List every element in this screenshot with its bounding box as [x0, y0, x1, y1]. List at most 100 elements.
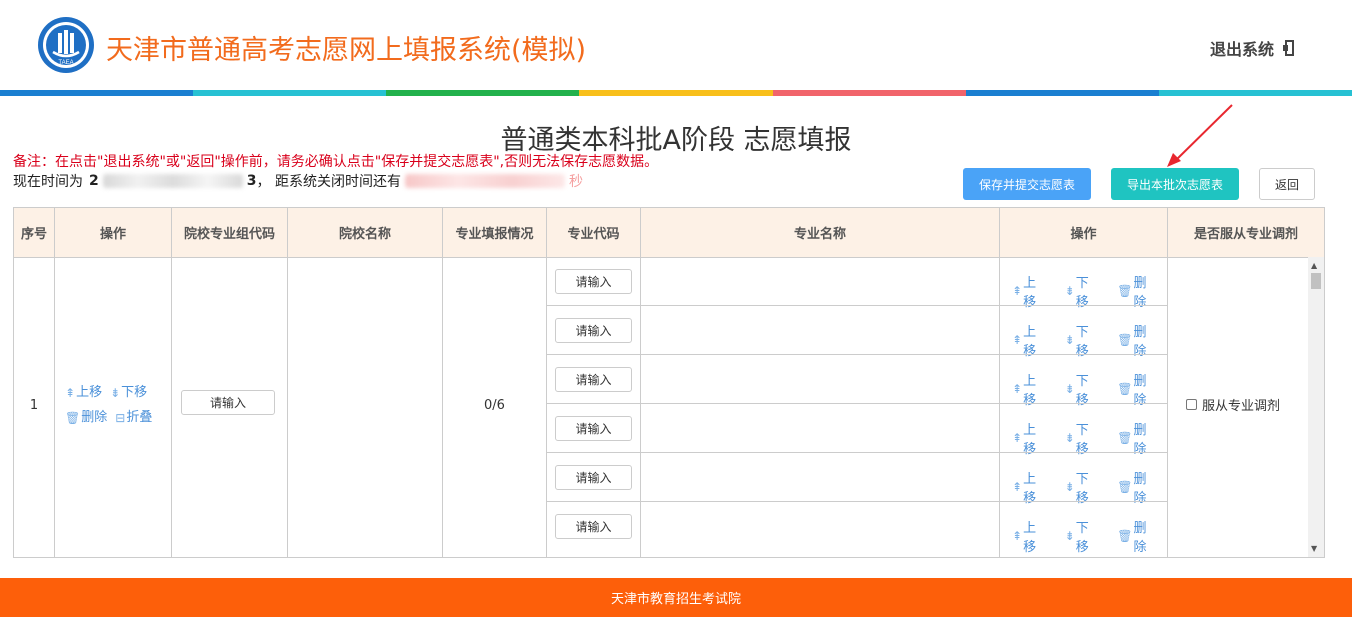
major-name [641, 355, 999, 404]
move-down-icon: ⇟ [1064, 529, 1075, 543]
trash-icon: 🗑 [1117, 333, 1133, 347]
th-major-operations: 操作 [1000, 208, 1168, 257]
th-group-code: 院校专业组代码 [172, 208, 288, 257]
fold-icon: ⊟ [115, 411, 126, 425]
th-major-name: 专业名称 [641, 208, 1000, 257]
move-up-label: 上移 [1023, 521, 1037, 555]
fill-status-cell: 0/6 [443, 257, 547, 557]
row-divider [547, 305, 640, 306]
row-divider [547, 354, 640, 355]
major-delete-button[interactable]: 🗑 删除 [1117, 517, 1159, 555]
stripe-segment [193, 90, 387, 96]
save-submit-button[interactable]: 保存并提交志愿表 [963, 168, 1091, 200]
major-code-input[interactable]: 请输入 [555, 465, 632, 490]
th-index: 序号 [14, 208, 55, 257]
obey-cell: 服从专业调剂 [1168, 257, 1308, 557]
taea-logo: TAEA [38, 17, 94, 73]
major-name [641, 257, 999, 306]
color-stripe [0, 90, 1352, 96]
volunteer-table: 序号 操作 院校专业组代码 院校名称 专业填报情况 专业代码 专业名称 操作 是… [13, 207, 1325, 558]
major-code-input[interactable]: 请输入 [555, 367, 632, 392]
th-school-name: 院校名称 [288, 208, 443, 257]
stripe-segment [965, 90, 1159, 96]
major-move-down-button[interactable]: ⇟ 下移 [1065, 517, 1102, 555]
major-name [641, 502, 999, 551]
warning-note: 备注：在点击"退出系统"或"返回"操作前，请务必确认点击"保存并提交志愿表",否… [13, 154, 659, 170]
row-move-up-button[interactable]: ⇞ 上移 [65, 381, 102, 405]
major-name [641, 453, 999, 502]
logo-text: TAEA [58, 60, 73, 66]
scroll-down-icon[interactable]: ▼ [1311, 544, 1317, 553]
site-title: 天津市普通高考志愿网上填报系统(模拟) [106, 35, 587, 66]
move-up-icon: ⇞ [65, 386, 76, 400]
scroll-thumb[interactable] [1311, 273, 1321, 289]
major-code-col: 请输入 请输入 请输入 请输入 请输入 请输入 [547, 257, 641, 557]
stripe-segment [1158, 90, 1352, 96]
major-move-up-button[interactable]: ⇞ 上移 [1012, 517, 1049, 555]
logout-label: 退出系统 [1210, 40, 1275, 59]
major-code-input[interactable]: 请输入 [555, 318, 632, 343]
major-name [641, 306, 999, 355]
major-code-input[interactable]: 请输入 [555, 514, 632, 539]
time-tail: 3 [246, 173, 257, 189]
time-redacted [102, 174, 243, 188]
move-up-icon: ⇞ [1012, 480, 1023, 494]
move-down-icon: ⇟ [1064, 382, 1075, 396]
table-body: 1 ⇞ 上移 ⇟ 下移 🗑 删除 ⊟ 折叠 请输入 0/6 请输入 请输入 请输入 请输入 请输入请… [14, 257, 1308, 557]
time-info: 现在时间为 2 3 ， 距系统关闭时间还有 秒 [13, 171, 583, 191]
checkbox-box[interactable] [1186, 399, 1197, 410]
obey-adjust-label: 服从专业调剂 [1202, 399, 1281, 414]
stripe-segment [0, 90, 194, 96]
major-ops: ⇞ 上移 ⇟ 下移 🗑 删除 [1012, 517, 1167, 555]
major-name-col [641, 257, 1000, 557]
row-divider [547, 501, 640, 502]
row-divider [1000, 452, 1167, 453]
countdown-prefix: ， 距系统关闭时间还有 [256, 174, 401, 190]
move-up-icon: ⇞ [1012, 382, 1023, 396]
th-obey-adjust: 是否服从专业调剂 [1193, 227, 1298, 242]
trash-icon: 🗑 [1117, 382, 1133, 396]
th-major-code: 专业代码 [547, 208, 641, 257]
row-ops: ⇞ 上移 ⇟ 下移 🗑 删除 ⊟ 折叠 [65, 381, 165, 431]
row-divider [1000, 403, 1167, 404]
scroll-up-icon[interactable]: ▲ [1311, 261, 1317, 270]
delete-label: 删除 [1133, 521, 1147, 555]
move-up-icon: ⇞ [1012, 431, 1023, 445]
trash-icon: 🗑 [1117, 480, 1133, 494]
move-up-label: 上移 [76, 385, 103, 400]
fill-status: 0/6 [484, 397, 505, 413]
trash-icon: 🗑 [1117, 529, 1133, 543]
move-down-label: 下移 [1075, 521, 1089, 555]
major-code-input[interactable]: 请输入 [555, 269, 632, 294]
row-move-down-button[interactable]: ⇟ 下移 [110, 381, 147, 405]
move-up-icon: ⇞ [1012, 333, 1023, 347]
time-first-char: 2 [89, 173, 99, 189]
move-up-icon: ⇞ [1012, 529, 1023, 543]
annotation-arrow-icon [1167, 104, 1233, 167]
back-button[interactable]: 返回 [1259, 168, 1315, 200]
major-code-input[interactable]: 请输入 [555, 416, 632, 441]
move-down-label: 下移 [121, 385, 148, 400]
group-code-cell: 请输入 [172, 257, 288, 557]
obey-adjust-checkbox[interactable]: 服从专业调剂 [1186, 395, 1280, 414]
export-button[interactable]: 导出本批次志愿表 [1111, 168, 1239, 200]
logout-button[interactable]: 退出系统 [1210, 36, 1296, 60]
footer: 天津市教育招生考试院 [0, 578, 1352, 617]
row-delete-button[interactable]: 🗑 删除 [65, 406, 107, 430]
move-down-icon: ⇟ [1064, 431, 1075, 445]
trash-icon: 🗑 [1117, 431, 1133, 445]
major-ops-col: ⇞ 上移 ⇟ 下移 🗑 删除 ⇞ 上移 ⇟ 下移 🗑 删除 ⇞ 上移 ⇟ 下移 🗑 删除 ⇞ 上移 ⇟ 下移 🗑 删除 ⇞ 上移 ⇟… [1000, 257, 1168, 557]
row-divider [547, 452, 640, 453]
row-fold-button[interactable]: ⊟ 折叠 [115, 406, 152, 430]
delete-label: 删除 [81, 410, 108, 425]
th-fill-status: 专业填报情况 [443, 208, 547, 257]
trash-icon: 🗑 [65, 411, 81, 425]
table-scrollbar[interactable]: ▲ ▼ [1308, 257, 1324, 557]
row-ops-cell: ⇞ 上移 ⇟ 下移 🗑 删除 ⊟ 折叠 [55, 257, 172, 557]
fold-label: 折叠 [126, 410, 153, 425]
move-down-icon: ⇟ [110, 386, 121, 400]
stripe-segment [772, 90, 966, 96]
group-code-input[interactable]: 请输入 [181, 390, 275, 415]
countdown-redacted [404, 174, 565, 188]
stripe-segment [386, 90, 580, 96]
